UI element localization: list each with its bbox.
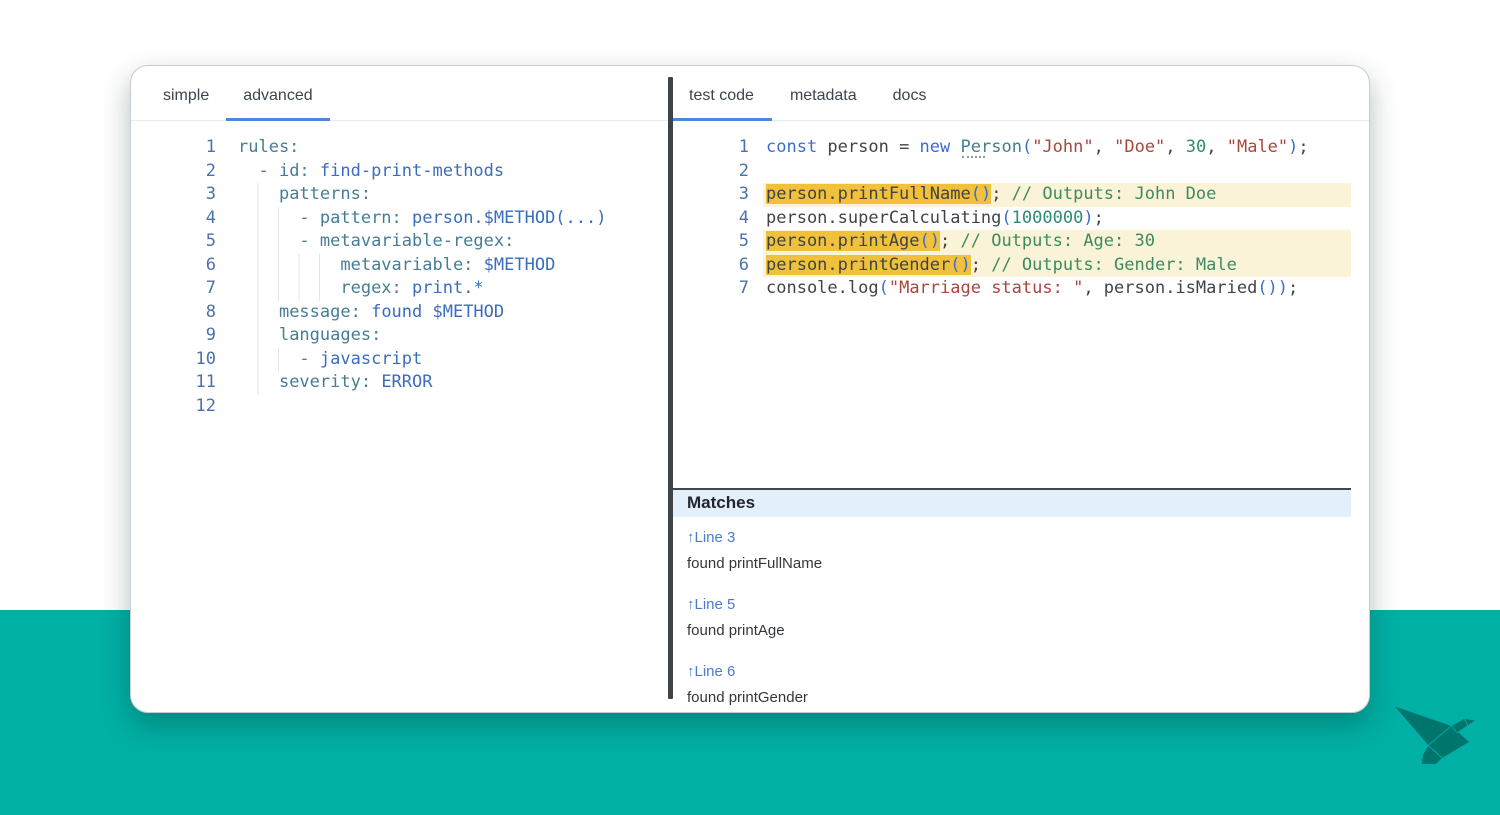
line-number: 2 [673, 160, 749, 184]
line-number: 11 [131, 371, 216, 395]
rule-pane: simpleadvanced 1rules:2 - id: find-print… [131, 66, 668, 712]
code-text: person.printGender(); // Outputs: Gender… [763, 254, 1351, 278]
code-text: console.log("Marriage status: ", person.… [763, 277, 1351, 301]
match-item: ↑Line 6found printGender [687, 659, 1351, 711]
line-number: 8 [131, 301, 216, 325]
indent-guides [238, 207, 299, 231]
line-number: 6 [673, 254, 749, 278]
code-line: 7 console.log("Marriage status: ", person… [673, 277, 1369, 301]
code-line: 9 languages: [131, 324, 668, 348]
test-pane-tabbar: test codemetadatadocs [673, 66, 1369, 121]
code-text: languages: [230, 324, 668, 348]
match-line-link[interactable]: ↑Line 5 [687, 592, 1351, 618]
code-text: - pattern: person.$METHOD(...) [230, 207, 668, 231]
code-line: 3 patterns: [131, 183, 668, 207]
code-line: 10 - javascript [131, 348, 668, 372]
code-text: regex: print.* [230, 277, 668, 301]
brand-bird-logo [1392, 700, 1476, 769]
code-text: message: found $METHOD [230, 301, 668, 325]
indent-guides [238, 254, 340, 278]
match-item: ↑Line 3found printFullName [687, 525, 1351, 577]
code-text: - id: find-print-methods [230, 160, 668, 184]
line-number: 6 [131, 254, 216, 278]
match-message: found printAge [687, 618, 1351, 644]
tab-metadata[interactable]: metadata [772, 87, 875, 121]
tab-advanced[interactable]: advanced [226, 87, 329, 121]
code-text: const person = new Person("John", "Doe",… [763, 136, 1351, 160]
code-text: patterns: [230, 183, 668, 207]
line-number: 2 [131, 160, 216, 184]
test-code-editor[interactable]: 1 const person = new Person("John", "Doe"… [673, 121, 1369, 488]
indent-guides [238, 230, 299, 254]
code-text: severity: ERROR [230, 371, 668, 395]
indent-guides [238, 301, 279, 325]
origami-bird-icon [1394, 706, 1476, 764]
code-line: 4 person.superCalculating(1000000); [673, 207, 1369, 231]
code-line: 6 metavariable: $METHOD [131, 254, 668, 278]
code-line: 2 - id: find-print-methods [131, 160, 668, 184]
code-text: metavariable: $METHOD [230, 254, 668, 278]
code-line: 5 - metavariable-regex: [131, 230, 668, 254]
line-number: 3 [131, 183, 216, 207]
line-number: 5 [673, 230, 749, 254]
playground-card: simpleadvanced 1rules:2 - id: find-print… [130, 65, 1370, 713]
code-text: person.printFullName(); // Outputs: John… [763, 183, 1351, 207]
code-text [230, 395, 668, 419]
code-line: 1 const person = new Person("John", "Doe"… [673, 136, 1369, 160]
match-line-link[interactable]: ↑Line 6 [687, 659, 1351, 685]
indent-guides [238, 324, 279, 348]
code-text [763, 160, 1351, 184]
code-line: 2 [673, 160, 1369, 184]
code-text: - javascript [230, 348, 668, 372]
match-item: ↑Line 5found printAge [687, 592, 1351, 644]
match-message: found printFullName [687, 551, 1351, 577]
rule-pane-tabbar: simpleadvanced [131, 66, 668, 121]
rule-editor[interactable]: 1rules:2 - id: find-print-methods3 patte… [131, 121, 668, 712]
code-line: 4 - pattern: person.$METHOD(...) [131, 207, 668, 231]
code-line: 1 rules: [131, 136, 668, 160]
code-text: - metavariable-regex: [230, 230, 668, 254]
test-pane: test codemetadatadocs 1 const person = ne… [673, 66, 1369, 712]
code-line: 12 [131, 395, 668, 419]
line-number: 3 [673, 183, 749, 207]
code-line: 3 person.printFullName(); // Outputs: Joh… [673, 183, 1369, 207]
indent-guides [238, 160, 258, 184]
line-number: 7 [673, 277, 749, 301]
line-number: 12 [131, 395, 216, 419]
matches-header: Matches [673, 490, 1351, 517]
line-number: 9 [131, 324, 216, 348]
matches-panel: Matches ↑Line 3found printFullName↑Line … [673, 488, 1351, 713]
code-line: 6 person.printGender(); // Outputs: Gende… [673, 254, 1369, 278]
code-line: 11 severity: ERROR [131, 371, 668, 395]
code-line: 7 regex: print.* [131, 277, 668, 301]
match-line-link[interactable]: ↑Line 3 [687, 525, 1351, 551]
line-number: 4 [673, 207, 749, 231]
tab-docs[interactable]: docs [875, 87, 945, 121]
indent-guides [238, 371, 279, 395]
matches-title: Matches [687, 493, 755, 512]
code-text: rules: [230, 136, 668, 160]
page: simpleadvanced 1rules:2 - id: find-print… [0, 0, 1500, 815]
code-line: 5 person.printAge(); // Outputs: Age: 30 [673, 230, 1369, 254]
line-number: 4 [131, 207, 216, 231]
line-number: 1 [673, 136, 749, 160]
line-number: 7 [131, 277, 216, 301]
line-number: 10 [131, 348, 216, 372]
indent-guides [238, 183, 279, 207]
indent-guides [238, 348, 299, 372]
match-message: found printGender [687, 685, 1351, 711]
matches-list: ↑Line 3found printFullName↑Line 5found p… [673, 517, 1351, 711]
code-text: person.printAge(); // Outputs: Age: 30 [763, 230, 1351, 254]
tab-simple[interactable]: simple [146, 87, 226, 121]
code-text: person.superCalculating(1000000); [763, 207, 1351, 231]
line-number: 5 [131, 230, 216, 254]
indent-guides [238, 277, 340, 301]
tab-test-code[interactable]: test code [673, 87, 772, 121]
line-number: 1 [131, 136, 216, 160]
code-line: 8 message: found $METHOD [131, 301, 668, 325]
